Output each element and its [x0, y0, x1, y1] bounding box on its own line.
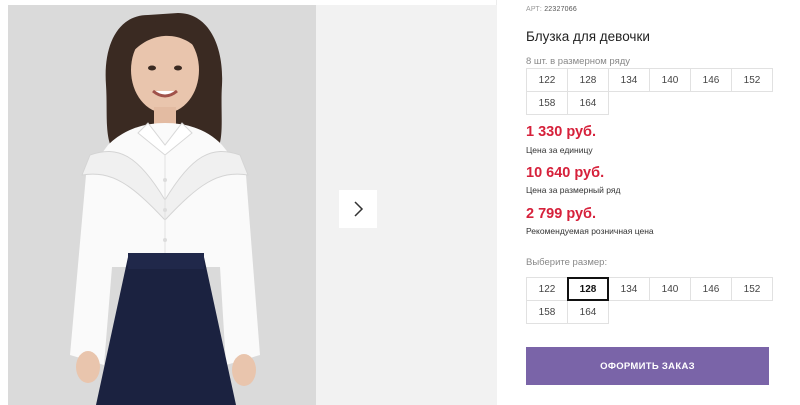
pack-size-cell: 122: [526, 68, 568, 92]
pack-size-cell: 146: [690, 68, 732, 92]
pack-size-cell: 158: [526, 91, 568, 115]
gallery-next-button[interactable]: [339, 190, 377, 228]
retail-price-label: Рекомендуемая розничная цена: [526, 226, 654, 236]
size-option[interactable]: 158: [526, 300, 568, 324]
pack-size-grid: 122 128 134 140 146 152 158 164: [526, 68, 774, 115]
choose-size-label: Выберите размер:: [526, 257, 608, 268]
place-order-button[interactable]: ОФОРМИТЬ ЗАКАЗ: [526, 347, 769, 385]
product-photo: [8, 5, 316, 405]
size-option-selected[interactable]: 128: [567, 277, 609, 301]
size-option[interactable]: 122: [526, 277, 568, 301]
product-title: Блузка для девочки: [526, 29, 650, 44]
pack-size-cell: 152: [731, 68, 773, 92]
gallery-next-area: [316, 5, 497, 405]
product-photo-girl-blouse: [8, 5, 316, 405]
size-option[interactable]: 146: [690, 277, 732, 301]
unit-price-label: Цена за единицу: [526, 145, 593, 155]
pack-size-cell: 128: [567, 68, 609, 92]
range-price-label: Цена за размерный ряд: [526, 185, 621, 195]
size-option[interactable]: 152: [731, 277, 773, 301]
article-label: АРТ:: [526, 6, 543, 13]
pack-size-cell: 140: [649, 68, 691, 92]
pack-size-label: 8 шт. в размерном ряду: [526, 56, 631, 67]
range-price: 10 640 руб.: [526, 165, 605, 181]
pack-size-cell: 134: [608, 68, 650, 92]
size-option[interactable]: 164: [567, 300, 609, 324]
size-option[interactable]: 140: [649, 277, 691, 301]
size-option[interactable]: 134: [608, 277, 650, 301]
product-gallery: [0, 0, 497, 405]
size-selector: 122 128 134 140 146 152 158 164: [526, 277, 774, 324]
unit-price: 1 330 руб.: [526, 124, 597, 140]
article-value: 22327066: [544, 6, 577, 13]
pack-size-cell: 164: [567, 91, 609, 115]
article-number: АРТ: 22327066: [526, 6, 577, 13]
chevron-right-icon: [354, 201, 364, 217]
retail-price: 2 799 руб.: [526, 206, 597, 222]
